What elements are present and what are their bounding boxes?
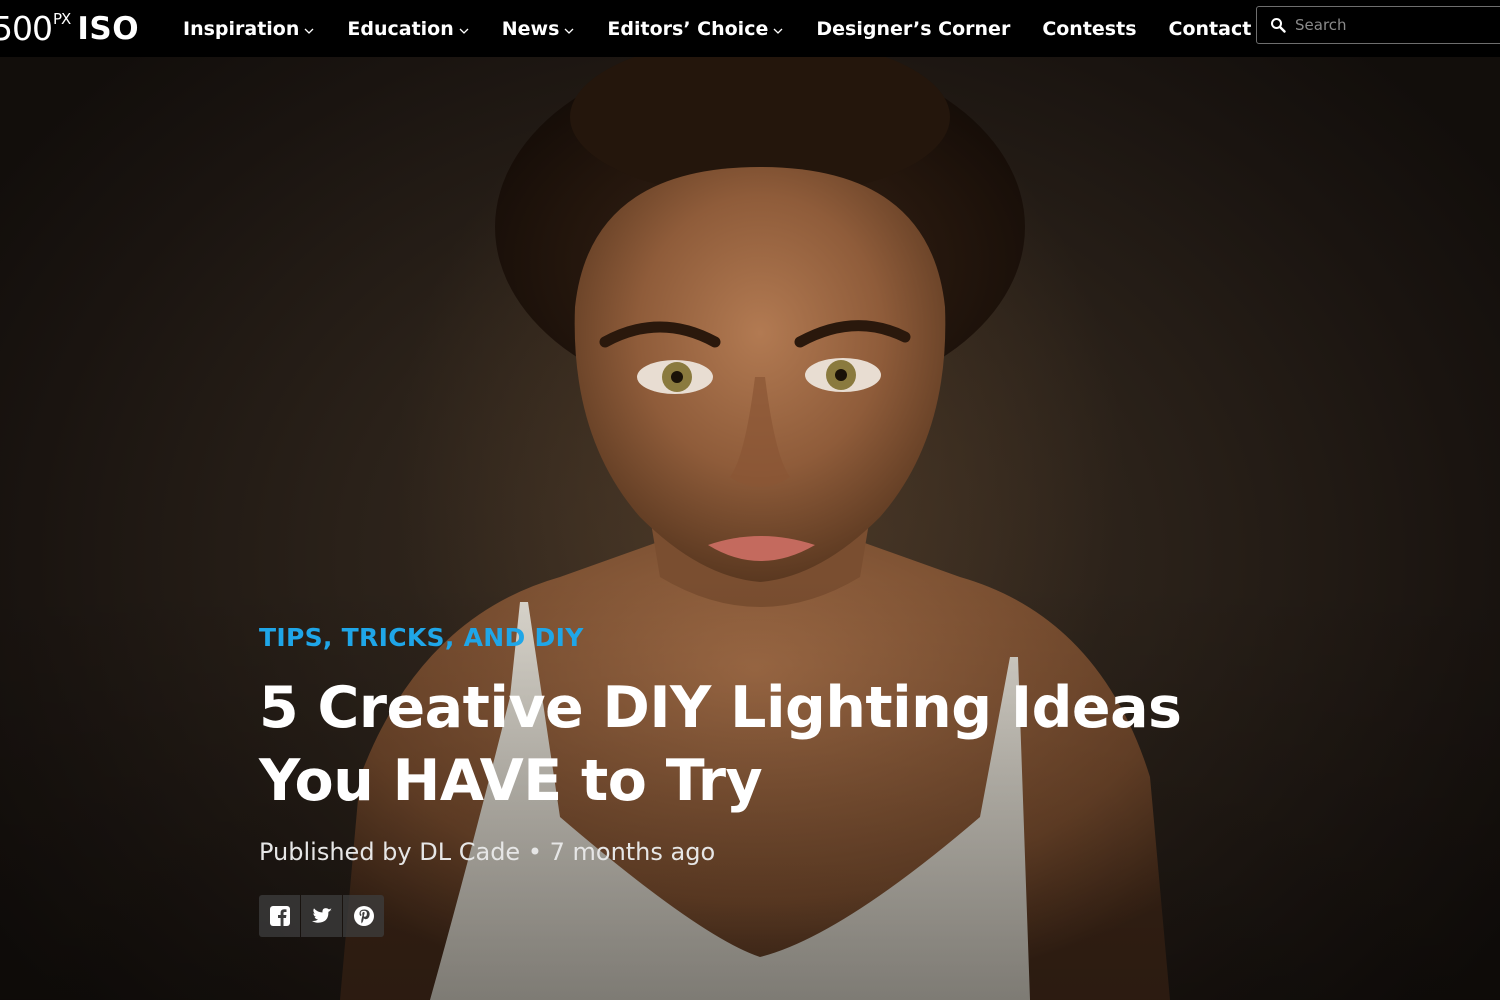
nav-item-contests[interactable]: Contests [1042,18,1136,40]
nav-item-label: Contests [1042,17,1137,40]
page: 500PX ISO Inspiration Education News Edi… [0,0,1500,1000]
logo-name: ISO [77,10,140,47]
nav-item-inspiration[interactable]: Inspiration [183,18,315,40]
chevron-down-icon [459,28,469,34]
share-buttons [259,895,385,937]
pinterest-icon [353,906,374,926]
logo-mark-text: 500 [0,9,53,48]
chevron-down-icon [773,28,783,34]
category-link[interactable]: TIPS, TRICKS, AND DIY [259,623,584,652]
logo-mark: 500PX [0,9,71,48]
article-byline: Published by DL Cade • 7 months ago [259,838,716,866]
nav-item-designers-corner[interactable]: Designer’s Corner [816,18,1010,40]
chevron-down-icon [564,28,574,34]
nav-item-label: Education [347,17,454,40]
pinterest-share-button[interactable] [343,895,384,937]
search-input[interactable] [1295,16,1495,34]
top-navigation-bar: 500PX ISO Inspiration Education News Edi… [0,0,1500,57]
portrait-photo [340,57,1170,1000]
nav-item-education[interactable]: Education [347,18,469,40]
facebook-share-button[interactable] [259,895,300,937]
logo-sup-text: PX [53,10,71,28]
main-nav: Inspiration Education News Editors’ Choi… [183,0,1317,57]
site-logo[interactable]: 500PX ISO [0,0,139,57]
nav-item-news[interactable]: News [502,18,576,40]
article-headline[interactable]: 5 Creative DIY Lighting Ideas You HAVE t… [259,672,1219,818]
nav-item-editors-choice[interactable]: Editors’ Choice [607,18,784,40]
twitter-icon [311,908,332,923]
twitter-share-button[interactable] [301,895,342,937]
hero-banner[interactable]: TIPS, TRICKS, AND DIY 5 Creative DIY Lig… [0,57,1500,1000]
headline-line-2: You HAVE to Try [259,748,763,814]
nav-item-label: Editors’ Choice [607,17,769,40]
search-box[interactable] [1256,6,1500,44]
nav-item-label: Inspiration [183,17,300,40]
nav-item-label: News [501,17,560,40]
facebook-icon [269,906,290,926]
chevron-down-icon [304,28,314,34]
headline-line-1: 5 Creative DIY Lighting Ideas [259,675,1182,741]
search-icon[interactable] [1270,17,1286,33]
nav-item-label: Designer’s Corner [816,17,1011,40]
